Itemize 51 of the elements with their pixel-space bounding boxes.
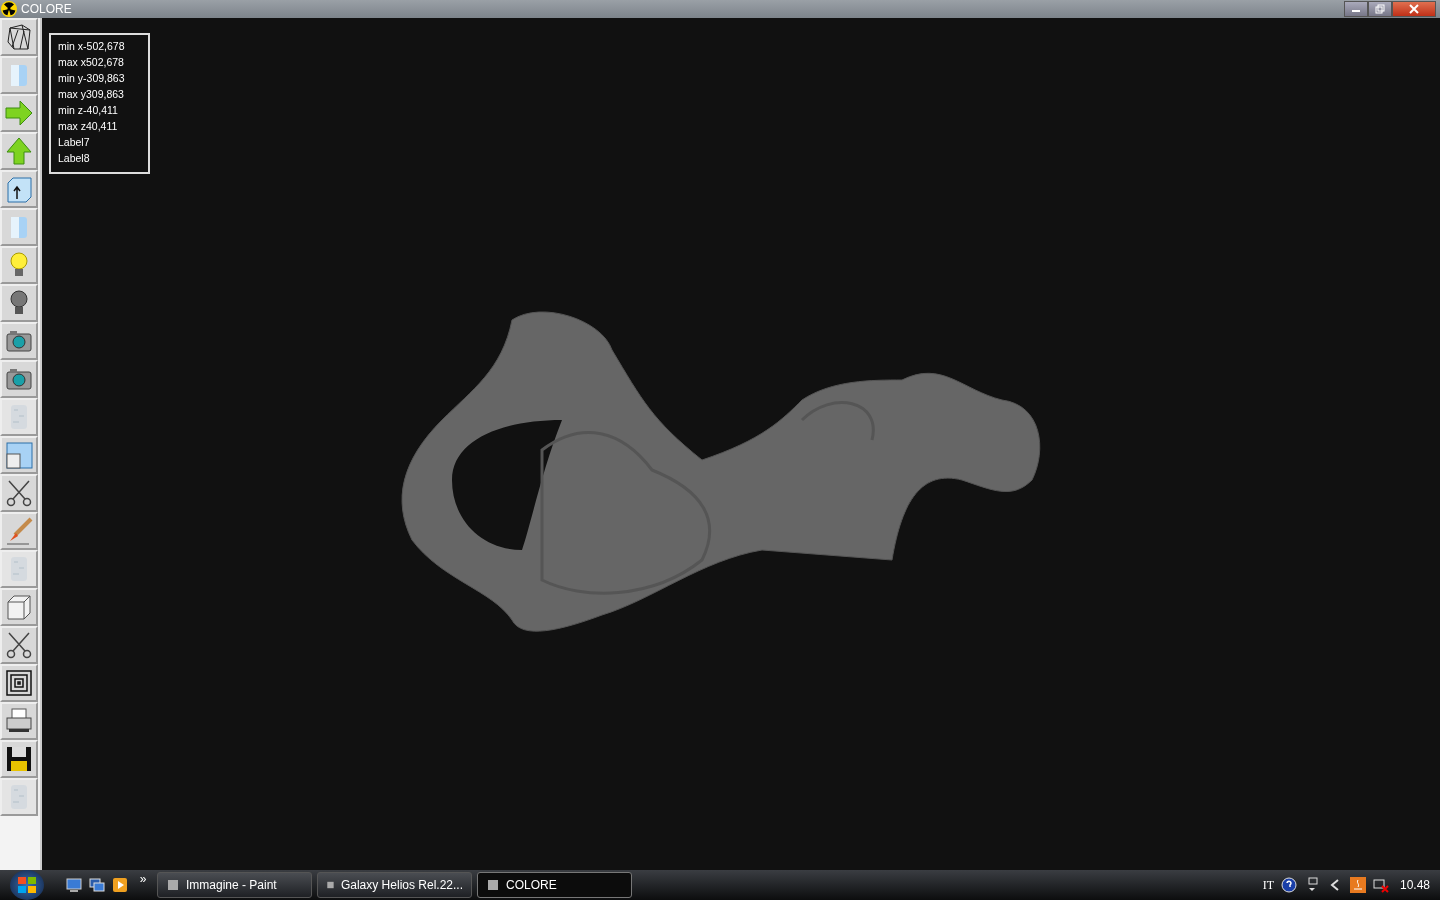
info-label: max x502,678 — [58, 55, 125, 70]
tool-button[interactable] — [0, 360, 38, 398]
brush-icon — [4, 516, 34, 546]
restore-icon — [1375, 4, 1385, 14]
window-title: COLORE — [21, 2, 72, 16]
windows-icon — [4, 440, 34, 470]
tool-button[interactable] — [0, 626, 38, 664]
radiation-icon — [1, 1, 17, 17]
help-icon[interactable] — [1280, 877, 1297, 893]
network-icon[interactable] — [1372, 877, 1389, 893]
info-label: Label8 — [58, 151, 91, 166]
play-icon[interactable] — [112, 877, 128, 893]
right-arrow-icon — [4, 98, 34, 128]
desktop-icon[interactable] — [66, 877, 82, 893]
minimize-button[interactable] — [1344, 1, 1368, 17]
tool-button[interactable] — [0, 170, 38, 208]
wireframe-icon — [4, 22, 34, 52]
app-icon — [486, 878, 500, 892]
squares-icon — [4, 668, 34, 698]
taskbar-task[interactable]: Immagine - Paint — [157, 872, 312, 898]
restore-button[interactable] — [1368, 1, 1392, 17]
tool-button[interactable] — [0, 702, 38, 740]
info-label: min y-309,863 — [58, 71, 126, 86]
up-arrow-icon — [4, 136, 34, 166]
tool-button[interactable] — [0, 740, 38, 778]
info-label: max z40,411 — [58, 119, 119, 134]
close-icon — [1409, 4, 1419, 14]
info-label: max y309,863 — [58, 87, 125, 102]
scissors-icon — [4, 478, 34, 508]
java-icon[interactable] — [1349, 877, 1366, 893]
windows-logo — [17, 875, 37, 895]
more-button[interactable]: » — [135, 872, 151, 886]
taskbar-task[interactable]: COLORE — [477, 872, 632, 898]
tool-button[interactable] — [0, 18, 38, 56]
tool-button[interactable] — [0, 322, 38, 360]
info-label: min z-40,411 — [58, 103, 119, 118]
scissors-icon — [4, 630, 34, 660]
cube-icon — [4, 592, 34, 622]
tool-button[interactable] — [0, 474, 38, 512]
info-label: Label7 — [58, 135, 91, 150]
taskbar-task[interactable]: Galaxy Helios Rel.22... — [317, 872, 472, 898]
app-icon — [166, 878, 180, 892]
tool-button[interactable] — [0, 284, 38, 322]
close-button[interactable] — [1392, 1, 1436, 17]
windows-icon[interactable] — [89, 877, 105, 893]
clock[interactable]: 10.48 — [1399, 878, 1430, 892]
info-label: min x-502,678 — [58, 39, 126, 54]
box-arrow-icon — [4, 174, 34, 204]
tool-button[interactable] — [0, 664, 38, 702]
language-indicator[interactable]: IT — [1262, 877, 1274, 893]
start-button[interactable] — [10, 870, 44, 900]
